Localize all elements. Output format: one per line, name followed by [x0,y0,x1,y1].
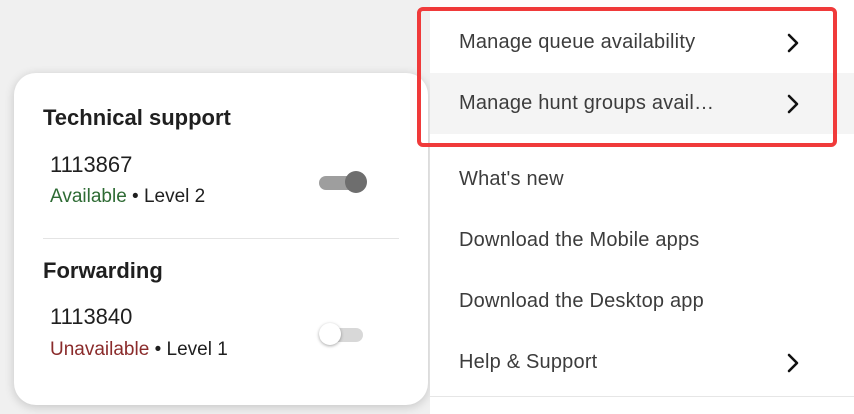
toggle-knob [345,171,367,193]
group-number: 1113840 [50,304,133,329]
chevron-right-icon [787,353,799,372]
menu-item-help-support[interactable]: Help & Support [430,332,854,393]
menu-item-label: Manage queue availability [459,31,696,53]
menu-item-label: What's new [459,168,564,190]
menu-item-label: Download the Desktop app [459,290,704,312]
availability-card: Technical support 1113867 Available • Le… [14,73,428,405]
level-label: Level 1 [166,339,228,360]
availability-toggle-forwarding[interactable] [319,323,365,345]
status-separator: • [154,339,162,360]
menu-item-label: Download the Mobile apps [459,229,700,251]
menu-item-manage-queue-availability[interactable]: Manage queue availability [430,12,854,73]
menu-item-label: Manage hunt groups avail… [459,92,715,114]
group-number: 1113867 [50,152,133,177]
menu-item-whats-new[interactable]: What's new [430,149,854,210]
status-unavailable-label: Unavailable [50,339,150,360]
level-label: Level 2 [143,186,206,207]
menu-divider [430,396,854,397]
menu-item-manage-hunt-groups-availability[interactable]: Manage hunt groups avail… [430,73,854,134]
toggle-knob [319,323,341,345]
chevron-right-icon [787,33,799,52]
group-status-line: Available • Level 2 [50,186,205,208]
menu-item-download-mobile-apps[interactable]: Download the Mobile apps [430,210,854,271]
group-title: Technical support [43,105,231,130]
menu-item-download-desktop-app[interactable]: Download the Desktop app [430,271,854,332]
group-divider [43,238,399,239]
status-separator: • [132,186,139,207]
chevron-right-icon [787,94,799,113]
settings-menu: Manage queue availability Manage hunt gr… [430,0,854,414]
group-status-line: Unavailable • Level 1 [50,339,228,361]
status-available-label: Available [50,186,127,207]
group-title: Forwarding [43,258,163,283]
availability-toggle-technical-support[interactable] [319,171,367,193]
menu-item-label: Help & Support [459,351,598,373]
